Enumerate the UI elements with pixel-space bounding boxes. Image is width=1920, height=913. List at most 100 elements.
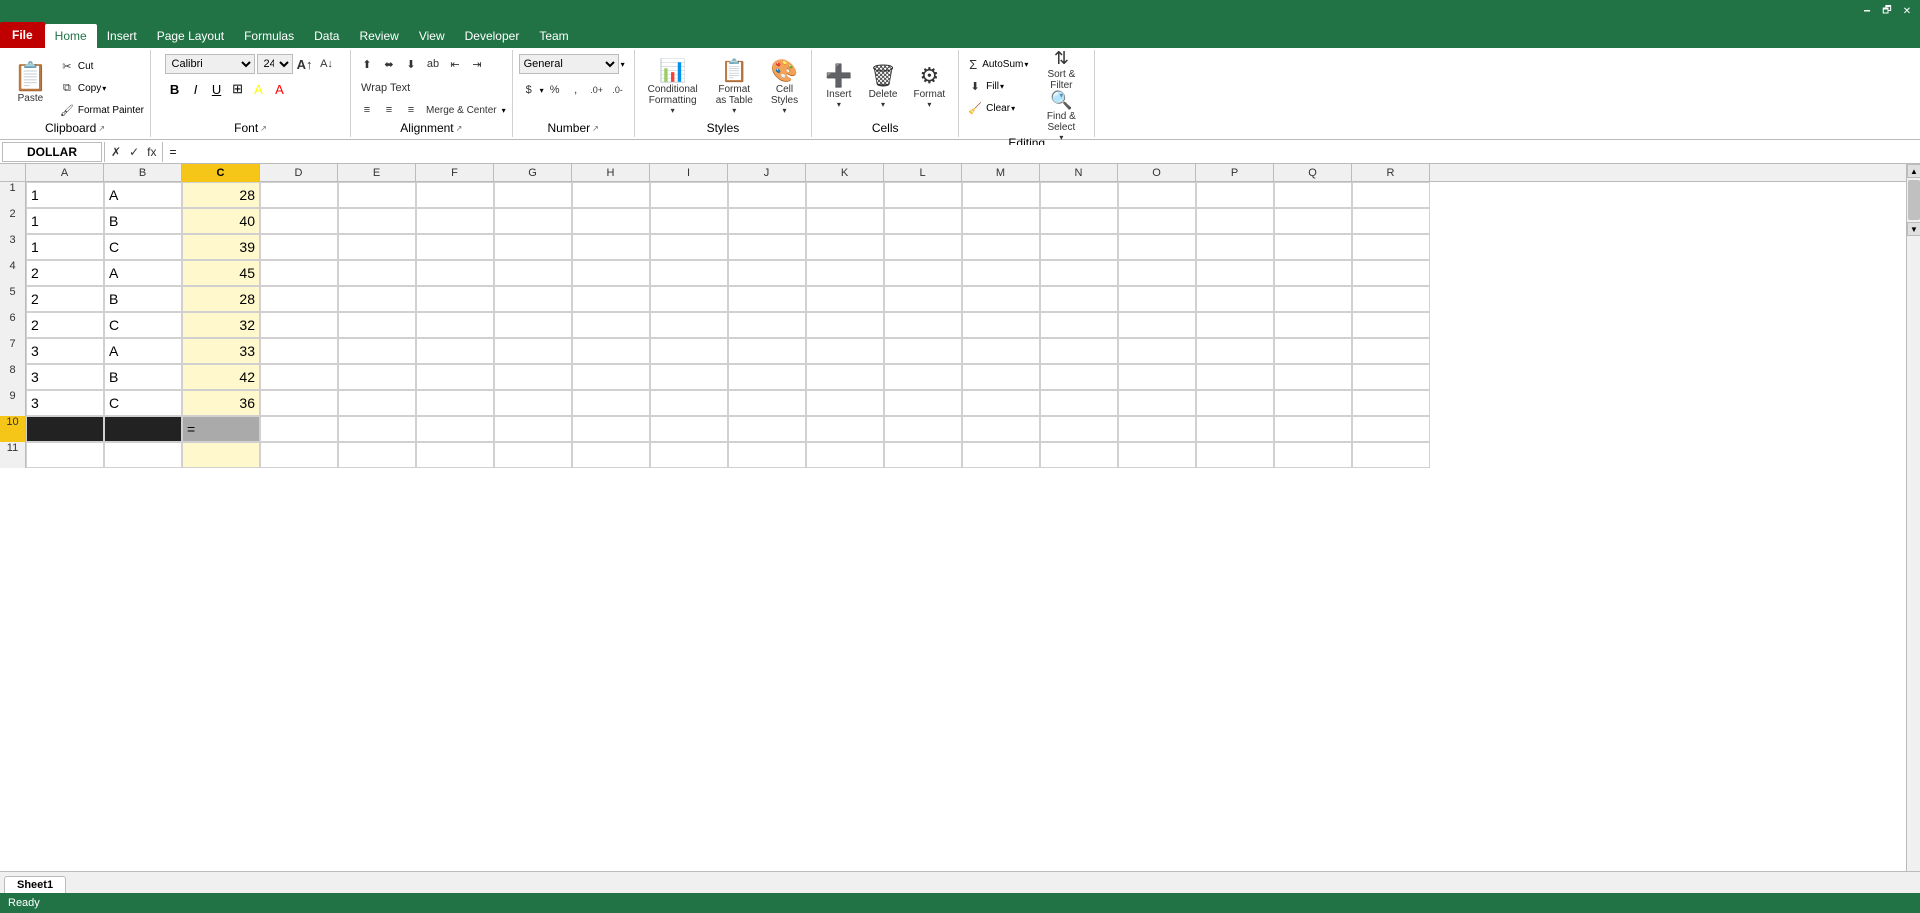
cell-E9[interactable]	[338, 390, 416, 416]
tab-home[interactable]: Home	[45, 24, 97, 48]
align-bottom-button[interactable]: ⬇	[401, 54, 421, 74]
cell-G10[interactable]	[494, 416, 572, 442]
cell-M1[interactable]	[962, 182, 1040, 208]
cell-F3[interactable]	[416, 234, 494, 260]
conditional-formatting-dropdown[interactable]: ▾	[671, 106, 675, 115]
cell-H10[interactable]	[572, 416, 650, 442]
cell-O4[interactable]	[1118, 260, 1196, 286]
cell-I10[interactable]	[650, 416, 728, 442]
cell-C3[interactable]: 39	[182, 234, 260, 260]
col-header-p[interactable]: P	[1196, 164, 1274, 182]
cell-Q11[interactable]	[1274, 442, 1352, 468]
cell-O6[interactable]	[1118, 312, 1196, 338]
cell-N9[interactable]	[1040, 390, 1118, 416]
cell-D5[interactable]	[260, 286, 338, 312]
cell-K9[interactable]	[806, 390, 884, 416]
cell-G8[interactable]	[494, 364, 572, 390]
cell-K2[interactable]	[806, 208, 884, 234]
row-number-10[interactable]: 10	[0, 416, 26, 442]
cell-B7[interactable]: A	[104, 338, 182, 364]
scroll-thumb[interactable]	[1908, 180, 1920, 220]
format-as-table-dropdown[interactable]: ▾	[732, 106, 736, 115]
cell-P4[interactable]	[1196, 260, 1274, 286]
cell-P8[interactable]	[1196, 364, 1274, 390]
format-painter-button[interactable]: 🖌	[57, 100, 77, 120]
insert-function-button[interactable]: fx	[143, 142, 160, 162]
cell-F11[interactable]	[416, 442, 494, 468]
confirm-formula-button[interactable]: ✓	[125, 142, 143, 162]
row-number-4[interactable]: 4	[0, 260, 26, 286]
cell-R10[interactable]	[1352, 416, 1430, 442]
font-expand-icon[interactable]: ↗	[260, 124, 267, 133]
tab-data[interactable]: Data	[304, 24, 349, 48]
cell-Q6[interactable]	[1274, 312, 1352, 338]
minimize-button[interactable]: 🗕	[1858, 3, 1876, 19]
percent-button[interactable]: %	[545, 80, 565, 100]
cell-M5[interactable]	[962, 286, 1040, 312]
cell-E1[interactable]	[338, 182, 416, 208]
indent-decrease-button[interactable]: ⇤	[445, 54, 465, 74]
align-top-button[interactable]: ⬆	[357, 54, 377, 74]
cell-H9[interactable]	[572, 390, 650, 416]
tab-page-layout[interactable]: Page Layout	[147, 24, 234, 48]
cell-I4[interactable]	[650, 260, 728, 286]
tab-formulas[interactable]: Formulas	[234, 24, 304, 48]
cell-M2[interactable]	[962, 208, 1040, 234]
cell-O3[interactable]	[1118, 234, 1196, 260]
cell-L5[interactable]	[884, 286, 962, 312]
increase-decimal-button[interactable]: .0+	[587, 80, 607, 100]
font-color-button[interactable]: A	[270, 79, 290, 99]
cell-R9[interactable]	[1352, 390, 1430, 416]
cell-O2[interactable]	[1118, 208, 1196, 234]
cell-R6[interactable]	[1352, 312, 1430, 338]
row-number-5[interactable]: 5	[0, 286, 26, 312]
cell-C4[interactable]: 45	[182, 260, 260, 286]
cell-L7[interactable]	[884, 338, 962, 364]
col-header-k[interactable]: K	[806, 164, 884, 182]
row-number-1[interactable]: 1	[0, 182, 26, 208]
cell-M6[interactable]	[962, 312, 1040, 338]
cell-I1[interactable]	[650, 182, 728, 208]
clipboard-expand-icon[interactable]: ↗	[98, 124, 105, 133]
cell-styles-button[interactable]: 🎨 CellStyles ▾	[764, 54, 805, 120]
cell-F7[interactable]	[416, 338, 494, 364]
cell-D2[interactable]	[260, 208, 338, 234]
dollar-button[interactable]: $	[519, 80, 539, 100]
cell-E7[interactable]	[338, 338, 416, 364]
cell-C9[interactable]: 36	[182, 390, 260, 416]
cell-P2[interactable]	[1196, 208, 1274, 234]
cell-M4[interactable]	[962, 260, 1040, 286]
cell-F2[interactable]	[416, 208, 494, 234]
find-select-button[interactable]: 🔍 Find &Select ▾	[1034, 96, 1088, 136]
cell-C8[interactable]: 42	[182, 364, 260, 390]
cell-B6[interactable]: C	[104, 312, 182, 338]
cell-L3[interactable]	[884, 234, 962, 260]
cell-N1[interactable]	[1040, 182, 1118, 208]
cell-B9[interactable]: C	[104, 390, 182, 416]
cell-F8[interactable]	[416, 364, 494, 390]
cell-M3[interactable]	[962, 234, 1040, 260]
cell-I5[interactable]	[650, 286, 728, 312]
cell-E5[interactable]	[338, 286, 416, 312]
cell-O7[interactable]	[1118, 338, 1196, 364]
delete-button[interactable]: 🗑 Delete ▾	[862, 54, 905, 120]
tab-review[interactable]: Review	[349, 24, 408, 48]
cell-K1[interactable]	[806, 182, 884, 208]
cell-C6[interactable]: 32	[182, 312, 260, 338]
cell-P10[interactable]	[1196, 416, 1274, 442]
cell-H4[interactable]	[572, 260, 650, 286]
cell-H8[interactable]	[572, 364, 650, 390]
cell-M8[interactable]	[962, 364, 1040, 390]
cell-G5[interactable]	[494, 286, 572, 312]
cell-A3[interactable]: 1	[26, 234, 104, 260]
cell-K4[interactable]	[806, 260, 884, 286]
cell-D8[interactable]	[260, 364, 338, 390]
cell-J11[interactable]	[728, 442, 806, 468]
cell-Q8[interactable]	[1274, 364, 1352, 390]
cell-K8[interactable]	[806, 364, 884, 390]
number-format-select[interactable]: General	[519, 54, 619, 74]
cell-B3[interactable]: C	[104, 234, 182, 260]
fill-button[interactable]: ⬇	[965, 76, 985, 96]
col-header-b[interactable]: B	[104, 164, 182, 182]
cell-L2[interactable]	[884, 208, 962, 234]
